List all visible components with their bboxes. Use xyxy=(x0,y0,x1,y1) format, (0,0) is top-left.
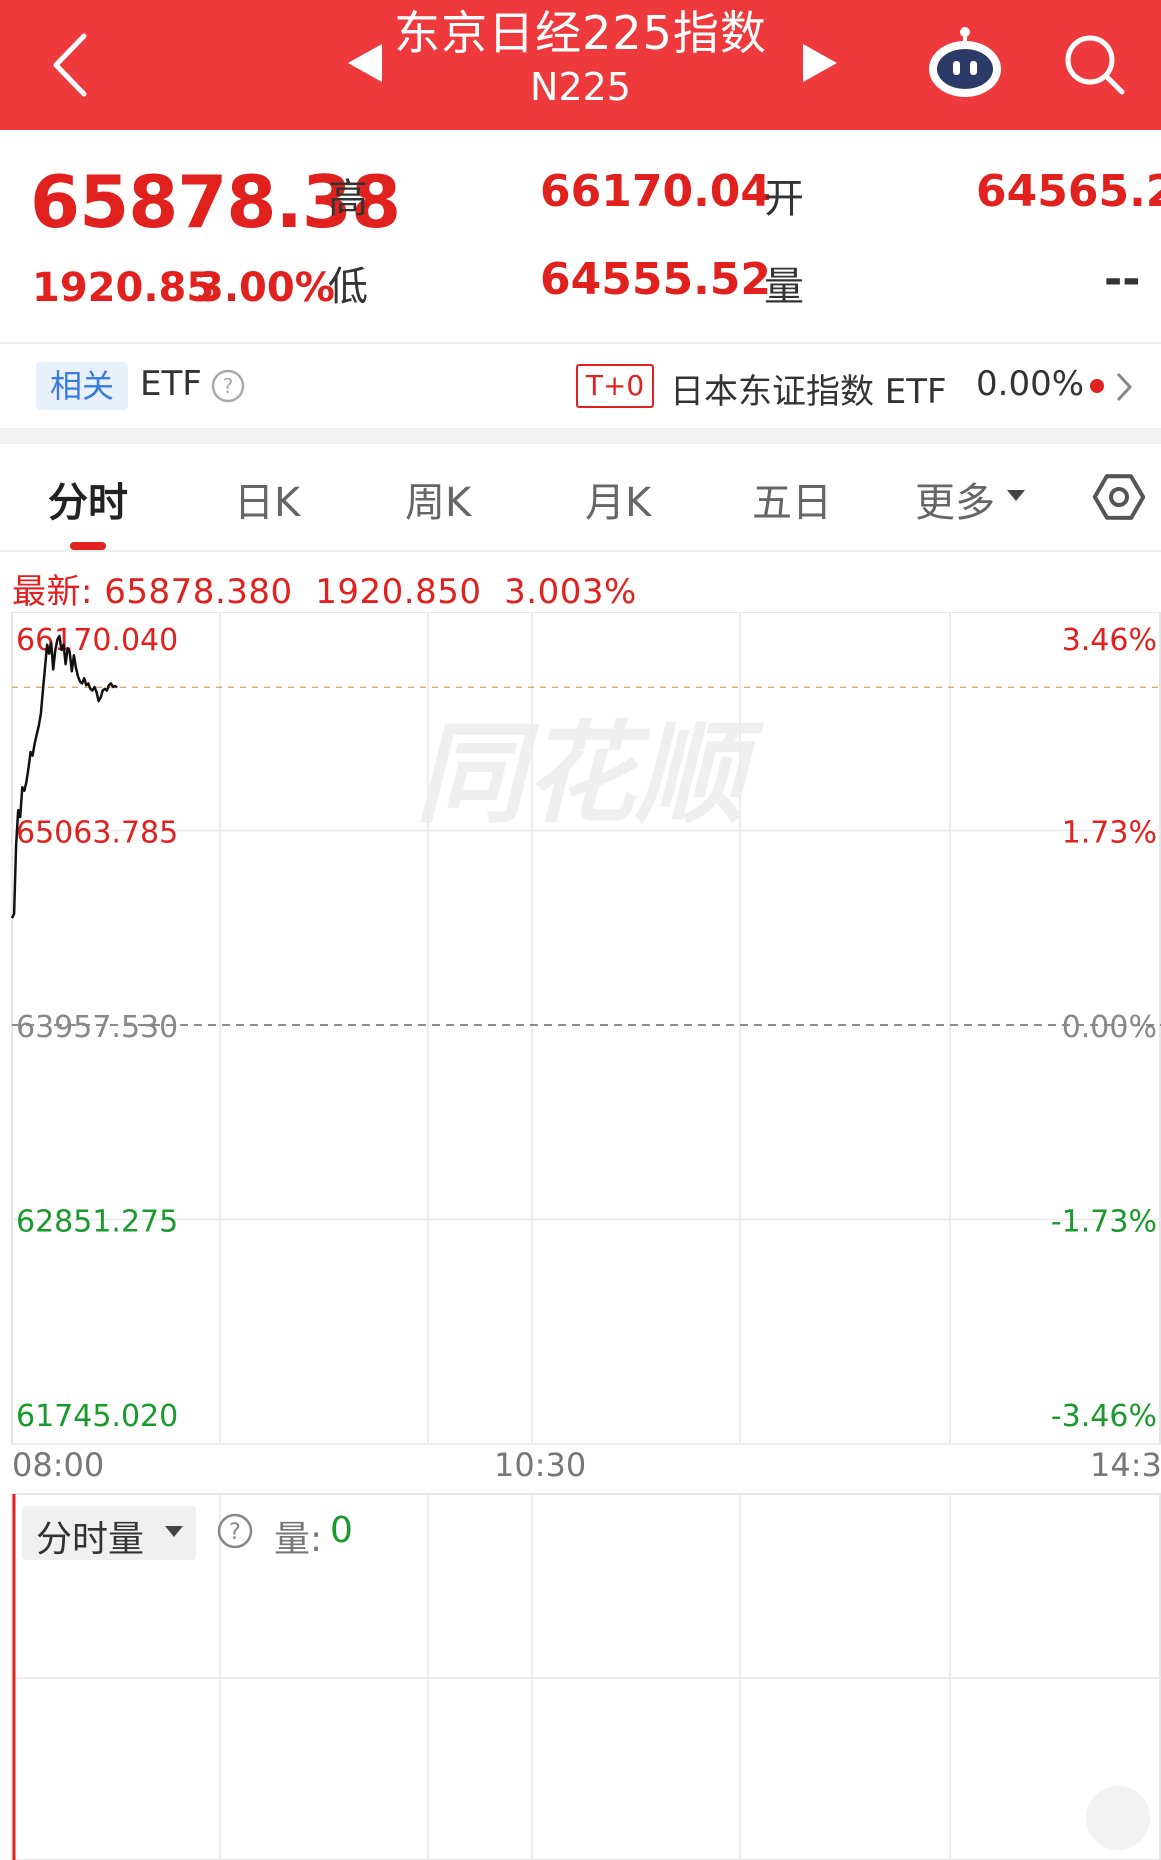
y-tick-right: -1.73% xyxy=(1051,1205,1157,1240)
volume-value: 0 xyxy=(330,1510,353,1551)
open-label: 开 xyxy=(764,176,804,222)
y-tick-right: 0.00% xyxy=(1062,1010,1157,1045)
etf-fund-change: 0.00% xyxy=(976,364,1085,404)
time-tick-start: 08:00 xyxy=(12,1446,105,1484)
low-label: 低 xyxy=(328,264,368,310)
t0-tag: T+0 xyxy=(576,364,654,408)
latest-label: 最新: xyxy=(12,572,93,612)
y-tick-left: 63957.530 xyxy=(16,1010,178,1045)
tab-more[interactable]: 更多 xyxy=(915,470,995,528)
watermark-logo: 同花顺 xyxy=(415,710,765,838)
svg-text:同花顺: 同花顺 xyxy=(415,710,765,838)
low-value: 64555.52 xyxy=(540,254,772,305)
volume-indicator-label: 分时量 xyxy=(36,1519,145,1560)
time-tick-mid: 10:30 xyxy=(494,1446,587,1484)
help-icon[interactable]: ? xyxy=(210,368,246,404)
related-tag: 相关 xyxy=(36,362,128,410)
latest-info: 最新: 65878.380 1920.850 3.003% xyxy=(12,564,637,613)
etf-fund-name: 日本东证指数 ETF xyxy=(670,372,947,412)
etf-label: ETF xyxy=(140,364,202,404)
volume-label: 量 xyxy=(764,264,804,310)
y-tick-left: 66170.040 xyxy=(16,623,178,658)
settings-hexagon-icon[interactable] xyxy=(1092,470,1146,524)
latest-price: 65878.380 xyxy=(104,572,293,612)
tabs-divider xyxy=(0,550,1161,552)
tab-intraday[interactable]: 分时 xyxy=(48,470,128,528)
volume-value: -- xyxy=(1104,254,1141,305)
y-tick-left: 65063.785 xyxy=(16,816,178,851)
chevron-right-icon[interactable] xyxy=(1112,370,1136,404)
period-tabs: 分时 日K 周K 月K 五日 更多 xyxy=(0,444,1161,550)
related-etf-row[interactable]: 相关 ETF ? T+0 日本东证指数 ETF 0.00% xyxy=(0,344,1161,428)
status-dot xyxy=(1090,379,1104,393)
caret-down-icon[interactable] xyxy=(165,1526,183,1538)
volume-value-label: 量: xyxy=(274,1519,323,1560)
y-tick-left: 61745.020 xyxy=(16,1399,178,1434)
floating-handle[interactable] xyxy=(1086,1786,1150,1850)
robot-assistant-icon[interactable] xyxy=(925,25,1005,97)
change-amount: 1920.85 xyxy=(32,265,215,311)
svg-text:?: ? xyxy=(223,374,234,398)
latest-pct: 3.003% xyxy=(504,572,637,612)
tab-five-day[interactable]: 五日 xyxy=(752,470,832,528)
high-label: 高 xyxy=(328,176,368,222)
tab-weekly-k[interactable]: 周K xyxy=(405,470,471,528)
price-line-series xyxy=(10,634,118,919)
top-nav-bar: 东京日经225指数 N225 xyxy=(0,0,1161,130)
time-tick-end: 14:30 xyxy=(1090,1446,1161,1484)
active-tab-indicator xyxy=(70,542,106,550)
quote-panel: 65878.38 1920.85 3.00% 高 66170.04 开 6456… xyxy=(0,130,1161,342)
y-tick-right: 3.46% xyxy=(1062,623,1157,658)
y-tick-left: 62851.275 xyxy=(16,1205,178,1240)
latest-change: 1920.850 xyxy=(315,572,482,612)
high-value: 66170.04 xyxy=(540,166,772,217)
next-triangle-icon[interactable] xyxy=(803,44,837,82)
tab-daily-k[interactable]: 日K xyxy=(234,470,300,528)
svg-text:?: ? xyxy=(229,1520,241,1545)
y-tick-right: 1.73% xyxy=(1062,816,1157,851)
open-value: 64565.27 xyxy=(976,166,1161,217)
section-gap xyxy=(0,428,1161,444)
search-icon[interactable] xyxy=(1062,32,1128,98)
help-icon[interactable]: ? xyxy=(216,1512,254,1550)
change-percent: 3.00% xyxy=(196,265,335,311)
intraday-chart[interactable]: 同花顺 66170.040 3.46% 65063.785 1.73% 63957.53… xyxy=(0,612,1161,1860)
tab-monthly-k[interactable]: 月K xyxy=(585,470,651,528)
caret-down-icon[interactable] xyxy=(1007,490,1025,502)
y-tick-right: -3.46% xyxy=(1051,1399,1157,1434)
